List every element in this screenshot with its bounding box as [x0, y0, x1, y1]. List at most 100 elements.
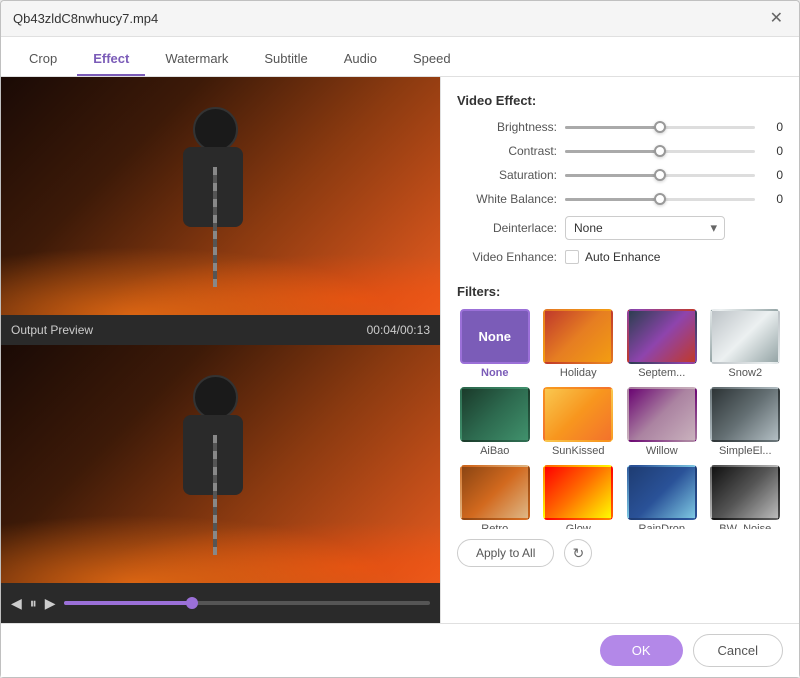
filter-thumb-raindrop — [627, 465, 697, 520]
contrast-fill — [565, 150, 660, 153]
progress-thumb[interactable] — [186, 597, 198, 609]
video-preview-bottom — [1, 345, 440, 583]
pause-button[interactable]: ⏸ — [30, 595, 37, 612]
deinterlace-label: Deinterlace: — [457, 221, 557, 235]
filter-item-snow2[interactable]: Snow2 — [708, 309, 784, 379]
tab-crop[interactable]: Crop — [13, 43, 73, 76]
saturation-row: Saturation: 0 — [457, 168, 783, 182]
timestamp: 00:04/00:13 — [367, 323, 430, 337]
saturation-thumb[interactable] — [654, 169, 666, 181]
white-balance-value: 0 — [763, 192, 783, 206]
ok-button[interactable]: OK — [600, 635, 683, 666]
brightness-label: Brightness: — [457, 120, 557, 134]
filter-label-glow: Glow — [566, 523, 591, 529]
cancel-button[interactable]: Cancel — [693, 634, 783, 667]
filter-thumb-bwnoise — [710, 465, 780, 520]
main-window: Qb43zldC8nwhucy7.mp4 ✕ Crop Effect Water… — [0, 0, 800, 678]
filter-thumb-aibao — [460, 387, 530, 442]
playback-bar: ◀ ⏸ ▶ — [1, 583, 440, 623]
deinterlace-row: Deinterlace: None Yadif Yadif (Field) Ya… — [457, 216, 783, 240]
filter-item-willow[interactable]: Willow — [624, 387, 700, 457]
filter-item-bwnoise[interactable]: BW_Noise — [708, 465, 784, 529]
right-panel: Video Effect: Brightness: 0 Contrast: — [441, 77, 799, 623]
filter-item-none[interactable]: None None — [457, 309, 533, 379]
filter-label-willow: Willow — [646, 445, 678, 457]
filter-label-holiday: Holiday — [560, 367, 597, 379]
filter-item-sunkissed[interactable]: SunKissed — [541, 387, 617, 457]
footer: OK Cancel — [1, 623, 799, 677]
filter-thumb-holiday — [543, 309, 613, 364]
filter-thumb-simpleel — [710, 387, 780, 442]
filter-thumb-septem — [627, 309, 697, 364]
saturation-label: Saturation: — [457, 168, 557, 182]
contrast-thumb[interactable] — [654, 145, 666, 157]
apply-row: Apply to All ↻ — [457, 539, 783, 567]
white-balance-slider[interactable] — [565, 198, 755, 201]
filter-item-septem[interactable]: Septem... — [624, 309, 700, 379]
progress-fill — [64, 601, 192, 605]
character-bottom — [173, 375, 293, 575]
tab-subtitle[interactable]: Subtitle — [248, 43, 323, 76]
filter-item-holiday[interactable]: Holiday — [541, 309, 617, 379]
filter-item-raindrop[interactable]: RainDrop — [624, 465, 700, 529]
filter-label-raindrop: RainDrop — [639, 523, 685, 529]
filter-thumb-sunkissed — [543, 387, 613, 442]
deinterlace-select-wrapper: None Yadif Yadif (Field) Yadif (Frame) — [565, 216, 725, 240]
tab-audio[interactable]: Audio — [328, 43, 393, 76]
brightness-thumb[interactable] — [654, 121, 666, 133]
filters-grid: None None Holiday Septem... — [457, 309, 783, 529]
contrast-row: Contrast: 0 — [457, 144, 783, 158]
filter-thumb-willow — [627, 387, 697, 442]
apply-to-all-button[interactable]: Apply to All — [457, 539, 554, 567]
filter-none-label-inside: None — [479, 329, 512, 344]
brightness-slider-container: 0 — [565, 120, 783, 134]
brightness-slider[interactable] — [565, 126, 755, 129]
enhance-checkbox[interactable] — [565, 250, 579, 264]
contrast-label: Contrast: — [457, 144, 557, 158]
white-balance-row: White Balance: 0 — [457, 192, 783, 206]
video-preview-top — [1, 77, 440, 315]
enhance-row: Video Enhance: Auto Enhance — [457, 250, 783, 264]
saturation-slider[interactable] — [565, 174, 755, 177]
tab-watermark[interactable]: Watermark — [149, 43, 244, 76]
filter-label-bwnoise: BW_Noise — [719, 523, 771, 529]
left-panel: Output Preview 00:04/00:13 ◀ ⏸ ▶ — [1, 77, 441, 623]
title-bar: Qb43zldC8nwhucy7.mp4 ✕ — [1, 1, 799, 37]
filter-item-simpleel[interactable]: SimpleEl... — [708, 387, 784, 457]
filters-title: Filters: — [457, 284, 783, 299]
contrast-slider[interactable] — [565, 150, 755, 153]
play-button[interactable]: ▶ — [45, 595, 56, 612]
char-chain — [213, 167, 217, 287]
deinterlace-select[interactable]: None Yadif Yadif (Field) Yadif (Frame) — [565, 216, 725, 240]
white-balance-thumb[interactable] — [654, 193, 666, 205]
tab-speed[interactable]: Speed — [397, 43, 467, 76]
filter-item-glow[interactable]: Glow — [541, 465, 617, 529]
contrast-slider-container: 0 — [565, 144, 783, 158]
video-effect-title: Video Effect: — [457, 93, 783, 108]
main-content: Output Preview 00:04/00:13 ◀ ⏸ ▶ — [1, 77, 799, 623]
output-preview-label: Output Preview — [11, 323, 93, 337]
character-top — [173, 107, 293, 307]
char-chain-b — [213, 435, 217, 555]
filter-label-none: None — [481, 367, 509, 379]
enhance-label: Video Enhance: — [457, 250, 557, 264]
brightness-fill — [565, 126, 660, 129]
filter-thumb-none: None — [460, 309, 530, 364]
white-balance-label: White Balance: — [457, 192, 557, 206]
filter-label-aibao: AiBao — [480, 445, 509, 457]
saturation-value: 0 — [763, 168, 783, 182]
tab-effect[interactable]: Effect — [77, 43, 145, 76]
video-frame-bottom — [1, 345, 440, 583]
filter-item-retro[interactable]: Retro — [457, 465, 533, 529]
tab-bar: Crop Effect Watermark Subtitle Audio Spe… — [1, 37, 799, 77]
filter-label-simpleel: SimpleEl... — [719, 445, 772, 457]
contrast-value: 0 — [763, 144, 783, 158]
white-balance-slider-container: 0 — [565, 192, 783, 206]
saturation-fill — [565, 174, 660, 177]
refresh-button[interactable]: ↻ — [564, 539, 592, 567]
filter-item-aibao[interactable]: AiBao — [457, 387, 533, 457]
filter-label-septem: Septem... — [638, 367, 685, 379]
close-button[interactable]: ✕ — [766, 9, 787, 29]
progress-track[interactable] — [64, 601, 430, 605]
rewind-button[interactable]: ◀ — [11, 595, 22, 612]
